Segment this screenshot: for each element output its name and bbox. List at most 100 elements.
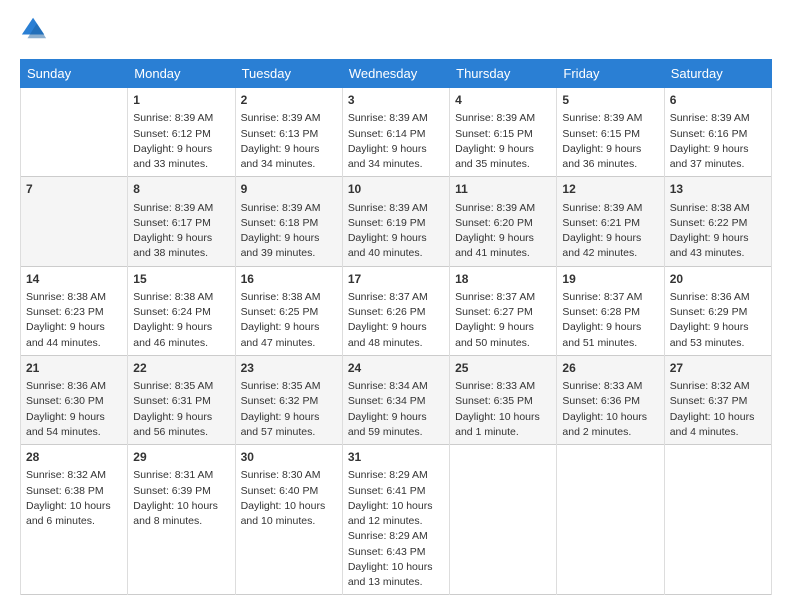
logo-icon — [20, 14, 48, 42]
calendar-cell: 5 Sunrise: 8:39 AMSunset: 6:15 PMDaylight… — [557, 88, 664, 177]
calendar-cell: 14Sunrise: 8:38 AMSunset: 6:23 PMDayligh… — [21, 266, 128, 355]
cell-sun-info: Sunrise: 8:34 AMSunset: 6:34 PMDaylight:… — [348, 379, 444, 440]
day-number: 17 — [348, 271, 444, 288]
day-number: 4 — [455, 92, 551, 109]
day-number: 18 — [455, 271, 551, 288]
calendar-header-row: SundayMondayTuesdayWednesdayThursdayFrid… — [21, 60, 772, 88]
calendar-cell: 1 Sunrise: 8:39 AMSunset: 6:12 PMDaylight… — [128, 88, 235, 177]
cell-sun-info: Sunrise: 8:38 AMSunset: 6:22 PMDaylight:… — [670, 201, 766, 262]
day-number: 2 — [241, 92, 337, 109]
calendar-cell: 22Sunrise: 8:35 AMSunset: 6:31 PMDayligh… — [128, 355, 235, 444]
col-header-thursday: Thursday — [450, 60, 557, 88]
day-number: 23 — [241, 360, 337, 377]
cell-sun-info: Sunrise: 8:32 AMSunset: 6:37 PMDaylight:… — [670, 379, 766, 440]
day-number: 11 — [455, 181, 551, 198]
calendar-week-row: 14Sunrise: 8:38 AMSunset: 6:23 PMDayligh… — [21, 266, 772, 355]
day-number: 12 — [562, 181, 658, 198]
calendar-cell: 29 Sunrise: 8:31 AMSunset: 6:39 PMDayligh… — [128, 445, 235, 595]
day-number: 25 — [455, 360, 551, 377]
calendar-cell: 6Sunrise: 8:39 AMSunset: 6:16 PMDaylight… — [664, 88, 771, 177]
cell-sun-info: Sunrise: 8:36 AMSunset: 6:29 PMDaylight:… — [670, 290, 766, 351]
cell-sun-info: Sunrise: 8:37 AMSunset: 6:26 PMDaylight:… — [348, 290, 444, 351]
cell-sun-info: Sunrise: 8:39 AMSunset: 6:12 PMDaylight:… — [133, 111, 229, 172]
col-header-saturday: Saturday — [664, 60, 771, 88]
calendar-cell: 15 Sunrise: 8:38 AMSunset: 6:24 PMDayligh… — [128, 266, 235, 355]
day-number: 8 — [133, 181, 229, 198]
cell-sun-info: Sunrise: 8:38 AMSunset: 6:24 PMDaylight:… — [133, 290, 229, 351]
col-header-monday: Monday — [128, 60, 235, 88]
cell-sun-info: Sunrise: 8:29 AMSunset: 6:41 PMDaylight:… — [348, 468, 444, 529]
calendar-cell: 31 Sunrise: 8:29 AMSunset: 6:41 PMDayligh… — [342, 445, 449, 595]
calendar-cell: 19Sunrise: 8:37 AMSunset: 6:28 PMDayligh… — [557, 266, 664, 355]
day-number: 7 — [26, 181, 122, 198]
calendar-cell: 25 Sunrise: 8:33 AMSunset: 6:35 PMDayligh… — [450, 355, 557, 444]
day-number: 14 — [26, 271, 122, 288]
calendar-cell: 16 Sunrise: 8:38 AMSunset: 6:25 PMDayligh… — [235, 266, 342, 355]
calendar-cell: 20 Sunrise: 8:36 AMSunset: 6:29 PMDayligh… — [664, 266, 771, 355]
cell-sun-info: Sunrise: 8:35 AMSunset: 6:32 PMDaylight:… — [241, 379, 337, 440]
cell-sun-info: Sunrise: 8:33 AMSunset: 6:36 PMDaylight:… — [562, 379, 658, 440]
calendar-cell — [557, 445, 664, 595]
cell-sun-info: Sunrise: 8:31 AMSunset: 6:39 PMDaylight:… — [133, 468, 229, 529]
cell-sun-info: Sunrise: 8:39 AMSunset: 6:20 PMDaylight:… — [455, 201, 551, 262]
cell-sun-info: Sunrise: 8:39 AMSunset: 6:18 PMDaylight:… — [241, 201, 337, 262]
cell-sun-info: Sunrise: 8:33 AMSunset: 6:35 PMDaylight:… — [455, 379, 551, 440]
col-header-wednesday: Wednesday — [342, 60, 449, 88]
calendar-cell: 7 — [21, 177, 128, 266]
day-number: 9 — [241, 181, 337, 198]
day-number: 1 — [133, 92, 229, 109]
day-number: 29 — [133, 449, 229, 466]
calendar-cell: 12 Sunrise: 8:39 AMSunset: 6:21 PMDayligh… — [557, 177, 664, 266]
cell-sun-info: Sunrise: 8:37 AMSunset: 6:28 PMDaylight:… — [562, 290, 658, 351]
day-number: 20 — [670, 271, 766, 288]
calendar-table: SundayMondayTuesdayWednesdayThursdayFrid… — [20, 59, 772, 595]
cell-sun-info: Sunrise: 8:37 AMSunset: 6:27 PMDaylight:… — [455, 290, 551, 351]
calendar-cell — [664, 445, 771, 595]
day-number: 10 — [348, 181, 444, 198]
calendar-cell: 11 Sunrise: 8:39 AMSunset: 6:20 PMDayligh… — [450, 177, 557, 266]
day-number: 28 — [26, 449, 122, 466]
day-number: 21 — [26, 360, 122, 377]
cell-sun-info: Sunrise: 8:39 AMSunset: 6:17 PMDaylight:… — [133, 201, 229, 262]
col-header-sunday: Sunday — [21, 60, 128, 88]
calendar-cell: 13 Sunrise: 8:38 AMSunset: 6:22 PMDayligh… — [664, 177, 771, 266]
day-number: 30 — [241, 449, 337, 466]
col-header-tuesday: Tuesday — [235, 60, 342, 88]
day-number: 22 — [133, 360, 229, 377]
day-number: 3 — [348, 92, 444, 109]
calendar-cell: 23 Sunrise: 8:35 AMSunset: 6:32 PMDayligh… — [235, 355, 342, 444]
day-number: 13 — [670, 181, 766, 198]
calendar-cell — [450, 445, 557, 595]
col-header-friday: Friday — [557, 60, 664, 88]
calendar-week-row: 78 Sunrise: 8:39 AMSunset: 6:17 PMDayligh… — [21, 177, 772, 266]
cell-sun-info: Sunrise: 8:39 AMSunset: 6:13 PMDaylight:… — [241, 111, 337, 172]
calendar-cell: 4 Sunrise: 8:39 AMSunset: 6:15 PMDaylight… — [450, 88, 557, 177]
cell-sun-info: Sunrise: 8:39 AMSunset: 6:16 PMDaylight:… — [670, 111, 766, 172]
calendar-cell: 26 Sunrise: 8:33 AMSunset: 6:36 PMDayligh… — [557, 355, 664, 444]
cell-sun-info: Sunrise: 8:39 AMSunset: 6:14 PMDaylight:… — [348, 111, 444, 172]
cell-sun-info: Sunrise: 8:39 AMSunset: 6:19 PMDaylight:… — [348, 201, 444, 262]
day-number: 27 — [670, 360, 766, 377]
calendar-week-row: 1 Sunrise: 8:39 AMSunset: 6:12 PMDaylight… — [21, 88, 772, 177]
cell-sun-info: Sunrise: 8:39 AMSunset: 6:15 PMDaylight:… — [562, 111, 658, 172]
cell-sun-info: Sunrise: 8:39 AMSunset: 6:15 PMDaylight:… — [455, 111, 551, 172]
logo — [20, 16, 50, 47]
cell-sun-info-extra: Sunrise: 8:29 AMSunset: 6:43 PMDaylight:… — [348, 529, 444, 590]
day-number: 24 — [348, 360, 444, 377]
calendar-cell: 24 Sunrise: 8:34 AMSunset: 6:34 PMDayligh… — [342, 355, 449, 444]
cell-sun-info: Sunrise: 8:39 AMSunset: 6:21 PMDaylight:… — [562, 201, 658, 262]
calendar-week-row: 21Sunrise: 8:36 AMSunset: 6:30 PMDayligh… — [21, 355, 772, 444]
calendar-cell — [21, 88, 128, 177]
day-number: 31 — [348, 449, 444, 466]
day-number: 26 — [562, 360, 658, 377]
calendar-cell: 2 Sunrise: 8:39 AMSunset: 6:13 PMDaylight… — [235, 88, 342, 177]
day-number: 15 — [133, 271, 229, 288]
calendar-cell: 21Sunrise: 8:36 AMSunset: 6:30 PMDayligh… — [21, 355, 128, 444]
calendar-cell: 10 Sunrise: 8:39 AMSunset: 6:19 PMDayligh… — [342, 177, 449, 266]
day-number: 5 — [562, 92, 658, 109]
day-number: 16 — [241, 271, 337, 288]
cell-sun-info: Sunrise: 8:32 AMSunset: 6:38 PMDaylight:… — [26, 468, 122, 529]
calendar-cell: 18 Sunrise: 8:37 AMSunset: 6:27 PMDayligh… — [450, 266, 557, 355]
cell-sun-info: Sunrise: 8:38 AMSunset: 6:25 PMDaylight:… — [241, 290, 337, 351]
calendar-cell: 30Sunrise: 8:30 AMSunset: 6:40 PMDayligh… — [235, 445, 342, 595]
